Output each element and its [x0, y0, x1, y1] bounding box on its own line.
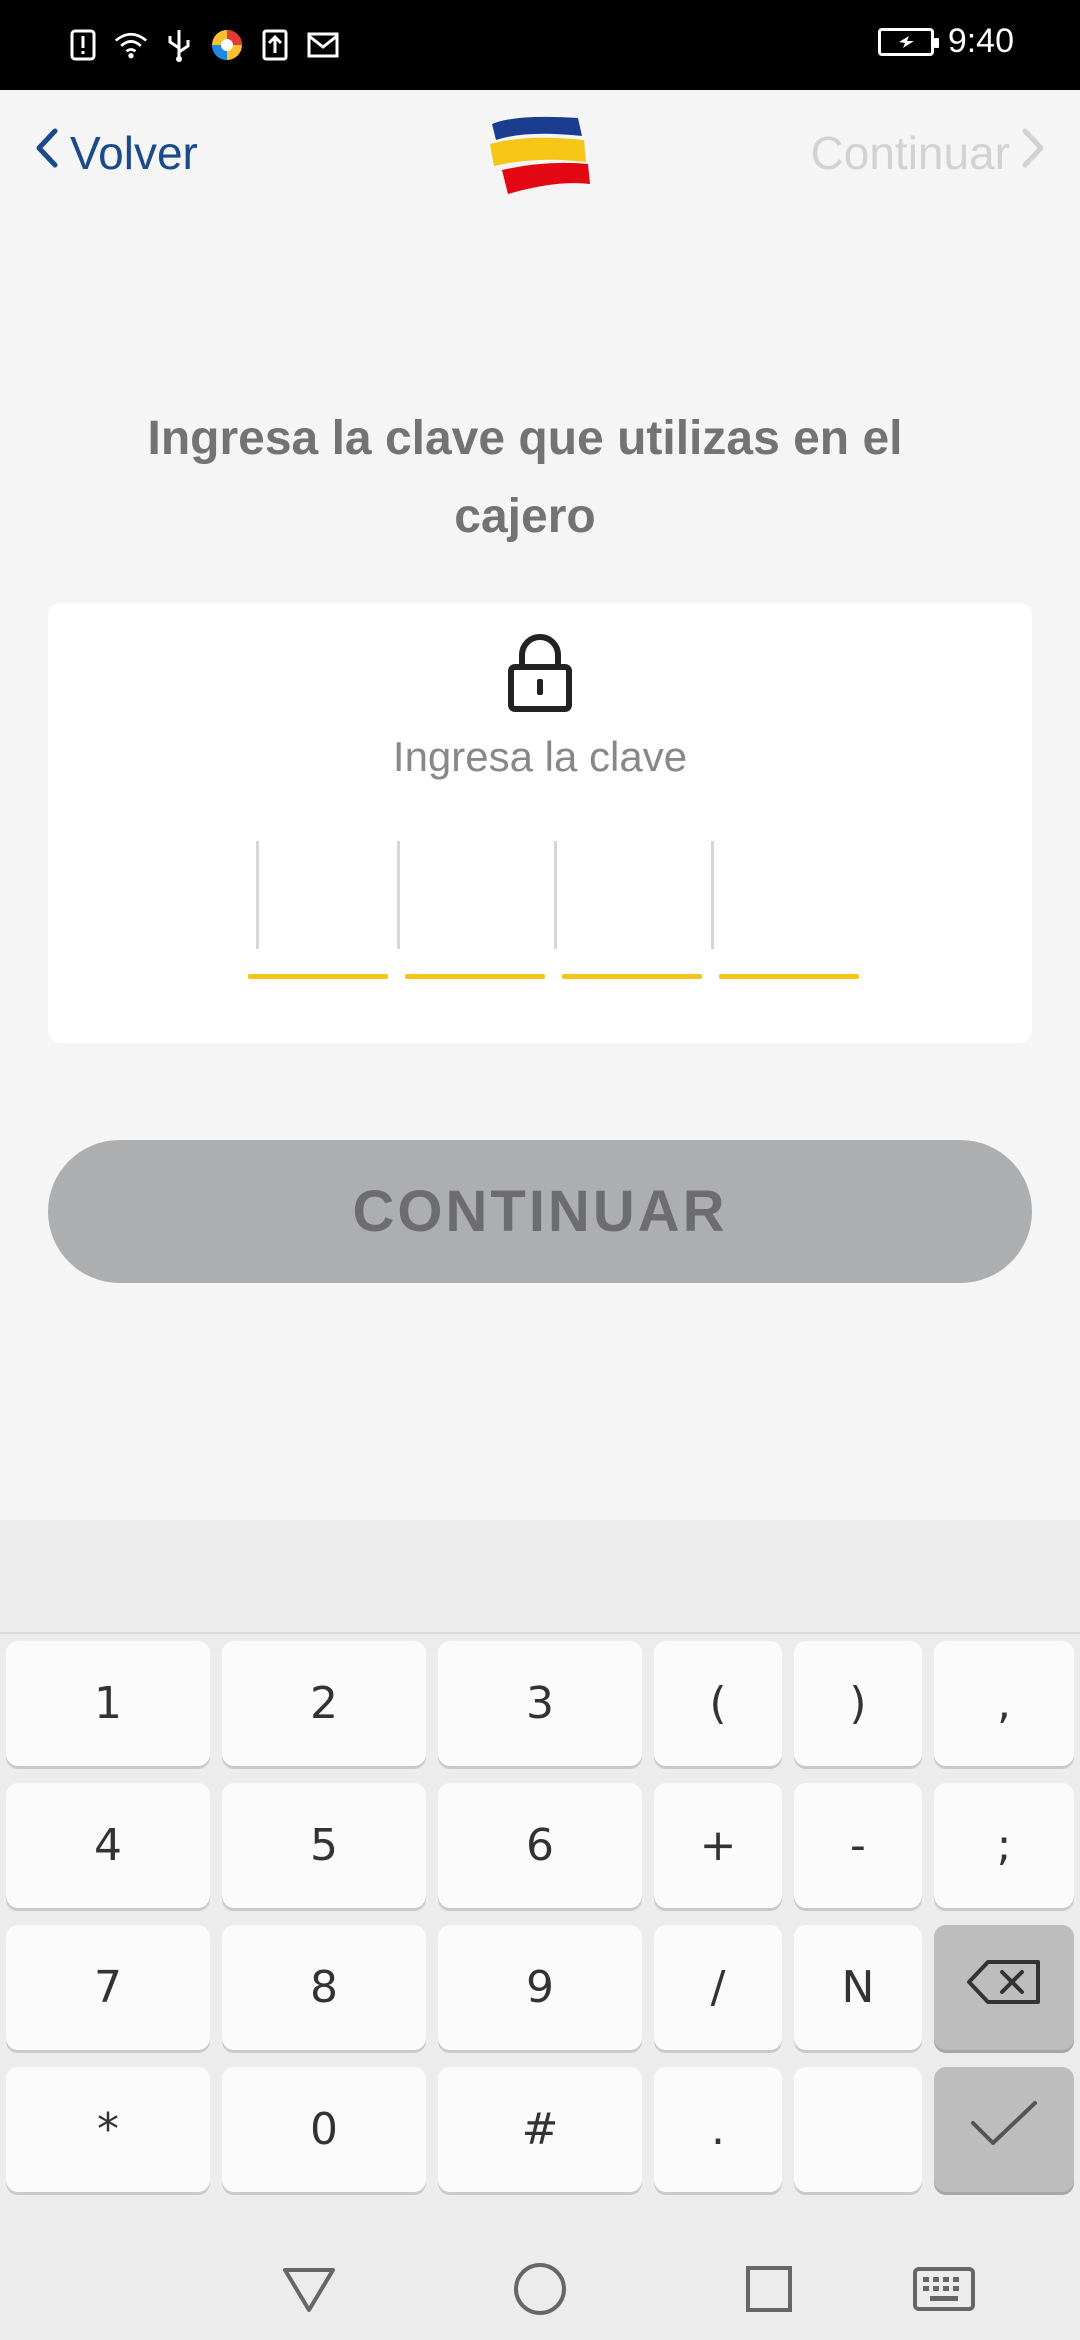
pin-label: Ingresa la clave — [392, 733, 688, 780]
pin-digit-4[interactable] — [711, 839, 859, 979]
clock-time: 9:40 — [947, 22, 1014, 60]
key-semicolon[interactable]: ; — [934, 1783, 1074, 1908]
alert-icon — [66, 26, 100, 64]
pin-underline — [405, 974, 545, 979]
pin-underline — [562, 974, 702, 979]
chevron-left-icon — [34, 126, 60, 180]
divider-line — [554, 841, 557, 949]
key-n[interactable]: N — [794, 1925, 922, 2050]
checkmark-icon — [969, 2099, 1039, 2160]
top-bar: Volver Continuar — [0, 90, 1080, 225]
pin-card: Ingresa la clave — [48, 603, 1032, 1043]
key-period[interactable]: . — [654, 2067, 782, 2192]
key-6[interactable]: 6 — [438, 1783, 642, 1908]
recents-square-icon[interactable] — [734, 2254, 804, 2324]
pin-underline — [248, 974, 388, 979]
key-8[interactable]: 8 — [222, 1925, 426, 2050]
pin-digit-3[interactable] — [554, 839, 702, 979]
back-triangle-icon[interactable] — [274, 2254, 344, 2324]
status-right: 9:40 — [877, 22, 1014, 61]
key-1[interactable]: 1 — [6, 1641, 210, 1766]
wifi-icon — [114, 26, 148, 64]
key-backspace[interactable] — [934, 1925, 1074, 2050]
status-icons — [66, 26, 340, 64]
backspace-icon — [966, 1959, 1042, 2016]
key-comma[interactable]: , — [934, 1641, 1074, 1766]
key-slash[interactable]: / — [654, 1925, 782, 2050]
key-5[interactable]: 5 — [222, 1783, 426, 1908]
status-bar: 9:40 — [0, 0, 1080, 90]
page-title: Ingresa la clave que utilizas en el caje… — [147, 412, 903, 543]
home-circle-icon[interactable] — [505, 2254, 575, 2324]
back-label: Volver — [70, 127, 198, 179]
key-done[interactable] — [934, 2067, 1074, 2192]
usb-icon — [162, 26, 196, 64]
continue-button[interactable]: CONTINUAR — [48, 1140, 1032, 1283]
chevron-right-icon — [1020, 126, 1046, 180]
key-minus[interactable]: - — [794, 1783, 922, 1908]
cursor-line — [256, 841, 259, 949]
pin-input-group — [248, 839, 872, 979]
battery-icon — [877, 27, 939, 56]
key-hash[interactable]: # — [438, 2067, 642, 2192]
key-3[interactable]: 3 — [438, 1641, 642, 1766]
pin-underline — [719, 974, 859, 979]
key-2[interactable]: 2 — [222, 1641, 426, 1766]
back-button[interactable]: Volver — [34, 126, 198, 180]
keyboard-toolbar — [0, 1520, 1080, 1634]
key-asterisk[interactable]: * — [6, 2067, 210, 2192]
upload-icon — [258, 26, 292, 64]
lock-icon — [506, 633, 574, 713]
divider-line — [711, 841, 714, 949]
key-close-paren[interactable]: ) — [794, 1641, 922, 1766]
key-9[interactable]: 9 — [438, 1925, 642, 2050]
bank-logo — [486, 110, 594, 200]
key-open-paren[interactable]: ( — [654, 1641, 782, 1766]
key-4[interactable]: 4 — [6, 1783, 210, 1908]
key-7[interactable]: 7 — [6, 1925, 210, 2050]
key-0[interactable]: 0 — [222, 2067, 426, 2192]
key-plus[interactable]: + — [654, 1783, 782, 1908]
pin-digit-1[interactable] — [248, 839, 388, 979]
continue-link-label: Continuar — [810, 127, 1010, 179]
system-nav-bar — [0, 2236, 1080, 2340]
gmail-icon — [306, 26, 340, 64]
continue-link[interactable]: Continuar — [811, 126, 1046, 180]
key-space[interactable] — [794, 2067, 922, 2192]
app-icon — [210, 26, 244, 64]
keyboard-icon[interactable] — [908, 2254, 980, 2324]
pin-digit-2[interactable] — [397, 839, 545, 979]
divider-line — [397, 841, 400, 949]
